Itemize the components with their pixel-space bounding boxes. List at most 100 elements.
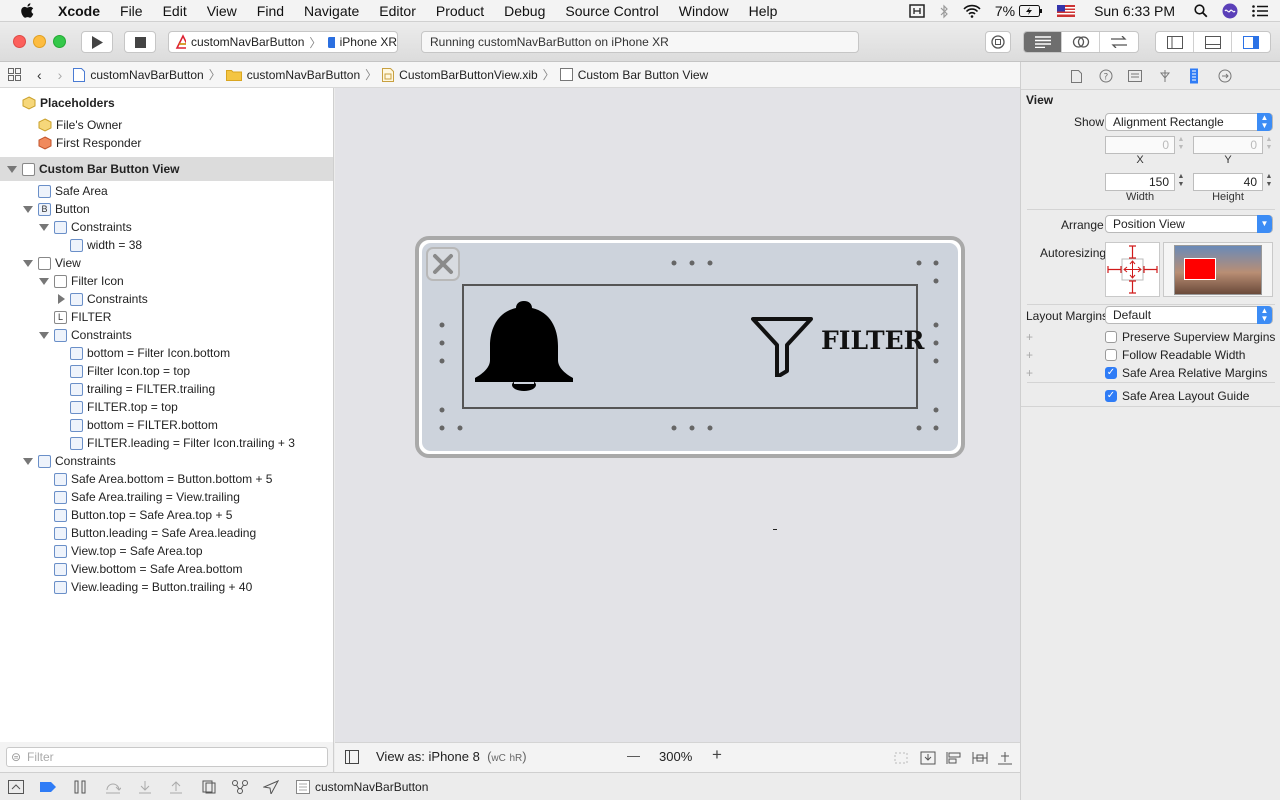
height-field[interactable]: 40 bbox=[1193, 173, 1263, 191]
add-variation-icon[interactable]: + bbox=[1026, 348, 1033, 362]
outline-item-filter-icon-constraints[interactable]: Constraints bbox=[70, 290, 148, 308]
toggle-navigator-button[interactable] bbox=[1156, 32, 1194, 52]
filter-funnel-icon[interactable] bbox=[751, 317, 813, 377]
outline-first-responder[interactable]: First Responder bbox=[38, 134, 141, 152]
toggle-inspector-button[interactable] bbox=[1232, 32, 1270, 52]
add-constraints-icon[interactable] bbox=[972, 751, 988, 765]
content-frame[interactable]: FILTER bbox=[462, 284, 924, 409]
outline-item-constraint[interactable]: bottom = FILTER.bottom bbox=[70, 416, 218, 434]
close-window-button[interactable] bbox=[13, 35, 26, 48]
breakpoints-icon[interactable] bbox=[40, 781, 56, 793]
x-stepper[interactable]: ▲ ▼ bbox=[1176, 136, 1186, 154]
embed-in-stack-icon[interactable] bbox=[920, 751, 936, 765]
simulate-location-icon[interactable] bbox=[263, 780, 279, 794]
outline-item-constraint[interactable]: View.leading = Button.trailing + 40 bbox=[54, 578, 252, 596]
step-over-icon[interactable] bbox=[105, 780, 121, 794]
add-variation-icon[interactable]: + bbox=[1026, 366, 1033, 380]
outline-item-constraint[interactable]: View.bottom = Safe Area.bottom bbox=[54, 560, 243, 578]
connections-inspector-icon[interactable] bbox=[1218, 69, 1232, 83]
step-into-icon[interactable] bbox=[137, 780, 153, 794]
outline-placeholders[interactable]: Placeholders bbox=[22, 94, 115, 112]
menu-help[interactable]: Help bbox=[739, 0, 788, 22]
filter-label[interactable]: FILTER bbox=[821, 326, 924, 355]
safe-area-relative-margins-checkbox[interactable]: ✓ bbox=[1105, 367, 1117, 379]
library-button[interactable] bbox=[985, 31, 1011, 53]
outline-item-constraint[interactable]: bottom = Filter Icon.bottom bbox=[70, 344, 230, 362]
y-field[interactable]: 0 bbox=[1193, 136, 1263, 154]
minimize-window-button[interactable] bbox=[33, 35, 46, 48]
align-icon[interactable] bbox=[946, 751, 962, 765]
related-items-icon[interactable] bbox=[0, 68, 29, 81]
zoom-level[interactable]: 300% bbox=[659, 749, 692, 764]
standard-editor-button[interactable] bbox=[1024, 32, 1062, 52]
spotlight-search-icon[interactable] bbox=[1187, 4, 1215, 18]
zoom-window-button[interactable] bbox=[53, 35, 66, 48]
stop-button[interactable] bbox=[124, 31, 156, 53]
size-inspector-icon[interactable] bbox=[1189, 68, 1199, 84]
file-inspector-icon[interactable] bbox=[1071, 70, 1082, 83]
document-outline-toggle-icon[interactable] bbox=[345, 750, 359, 764]
disclosure-triangle-icon[interactable] bbox=[39, 332, 49, 339]
disclosure-triangle-icon[interactable] bbox=[7, 166, 17, 173]
outline-item-constraint[interactable]: Filter Icon.top = top bbox=[70, 362, 190, 380]
layout-margins-popup[interactable]: Default ▲ ▼ bbox=[1105, 306, 1273, 324]
outline-item-button[interactable]: B Button bbox=[38, 200, 90, 218]
follow-readable-width-checkbox[interactable] bbox=[1105, 349, 1117, 361]
identity-inspector-icon[interactable] bbox=[1128, 70, 1142, 82]
outline-item-filter-icon[interactable]: Filter Icon bbox=[54, 272, 124, 290]
breadcrumb-view[interactable]: Custom Bar Button View bbox=[557, 68, 712, 82]
bell-icon[interactable] bbox=[467, 299, 581, 391]
apple-menu-icon[interactable] bbox=[0, 2, 48, 19]
disclosure-triangle-icon[interactable] bbox=[23, 260, 33, 267]
outline-item-button-constraints[interactable]: Constraints bbox=[54, 218, 132, 236]
menu-product[interactable]: Product bbox=[426, 0, 494, 22]
notification-center-icon[interactable] bbox=[1245, 5, 1280, 17]
arrange-popup[interactable]: Position View ▼ bbox=[1105, 215, 1273, 233]
pause-icon[interactable] bbox=[74, 780, 86, 794]
x-field[interactable]: 0 bbox=[1105, 136, 1175, 154]
menu-xcode[interactable]: Xcode bbox=[48, 0, 110, 22]
height-stepper[interactable]: ▲ ▼ bbox=[1264, 173, 1274, 191]
flag-icon[interactable] bbox=[1050, 5, 1082, 17]
run-button[interactable] bbox=[81, 31, 113, 53]
wifi-icon[interactable] bbox=[956, 4, 988, 18]
interface-builder-canvas[interactable]: FILTER bbox=[335, 88, 1020, 742]
clock[interactable]: Sun 6:33 PM bbox=[1082, 3, 1187, 19]
outline-item-constraint[interactable]: Safe Area.trailing = View.trailing bbox=[54, 488, 240, 506]
outline-files-owner[interactable]: File's Owner bbox=[38, 116, 122, 134]
menu-edit[interactable]: Edit bbox=[153, 0, 197, 22]
bluetooth-icon[interactable] bbox=[932, 4, 956, 19]
y-stepper[interactable]: ▲ ▼ bbox=[1264, 136, 1274, 154]
assistant-editor-button[interactable] bbox=[1062, 32, 1100, 52]
menu-window[interactable]: Window bbox=[669, 0, 739, 22]
hide-debug-icon[interactable] bbox=[8, 780, 24, 794]
disclosure-triangle-icon[interactable] bbox=[58, 294, 65, 304]
outline-item-constraint[interactable]: Safe Area.bottom = Button.bottom + 5 bbox=[54, 470, 272, 488]
outline-item-constraint[interactable]: FILTER.leading = Filter Icon.trailing + … bbox=[70, 434, 295, 452]
disclosure-triangle-icon[interactable] bbox=[23, 206, 33, 213]
quick-help-icon[interactable]: ? bbox=[1099, 69, 1113, 83]
memory-graph-icon[interactable] bbox=[232, 780, 248, 794]
outline-item-root-constraints[interactable]: Constraints bbox=[38, 452, 116, 470]
version-editor-button[interactable] bbox=[1100, 32, 1138, 52]
width-field[interactable]: 150 bbox=[1105, 173, 1175, 191]
update-frames-icon[interactable] bbox=[893, 751, 909, 765]
zoom-out-button[interactable]: — bbox=[627, 748, 640, 763]
add-variation-icon[interactable]: + bbox=[1026, 330, 1033, 344]
menu-source-control[interactable]: Source Control bbox=[555, 0, 668, 22]
breadcrumb-group[interactable]: customNavBarButton bbox=[223, 68, 363, 82]
debug-view-hierarchy-icon[interactable] bbox=[201, 780, 217, 794]
menu-find[interactable]: Find bbox=[247, 0, 294, 22]
outline-item-constraint[interactable]: trailing = FILTER.trailing bbox=[70, 380, 215, 398]
outline-filter-input[interactable]: ⊜ Filter bbox=[6, 747, 328, 767]
back-arrow-icon[interactable]: ‹ bbox=[29, 67, 50, 83]
outline-item-safe-area[interactable]: Safe Area bbox=[38, 182, 108, 200]
siri-icon[interactable] bbox=[1215, 3, 1245, 19]
zoom-in-button[interactable]: + bbox=[712, 745, 722, 765]
scheme-selector[interactable]: customNavBarButton 〉 iPhone XR bbox=[168, 31, 398, 53]
outline-item-view-constraints[interactable]: Constraints bbox=[54, 326, 132, 344]
custom-bar-button-view[interactable]: FILTER bbox=[415, 236, 965, 458]
disclosure-triangle-icon[interactable] bbox=[39, 224, 49, 231]
disclosure-triangle-icon[interactable] bbox=[23, 458, 33, 465]
forward-arrow-icon[interactable]: › bbox=[50, 67, 71, 83]
